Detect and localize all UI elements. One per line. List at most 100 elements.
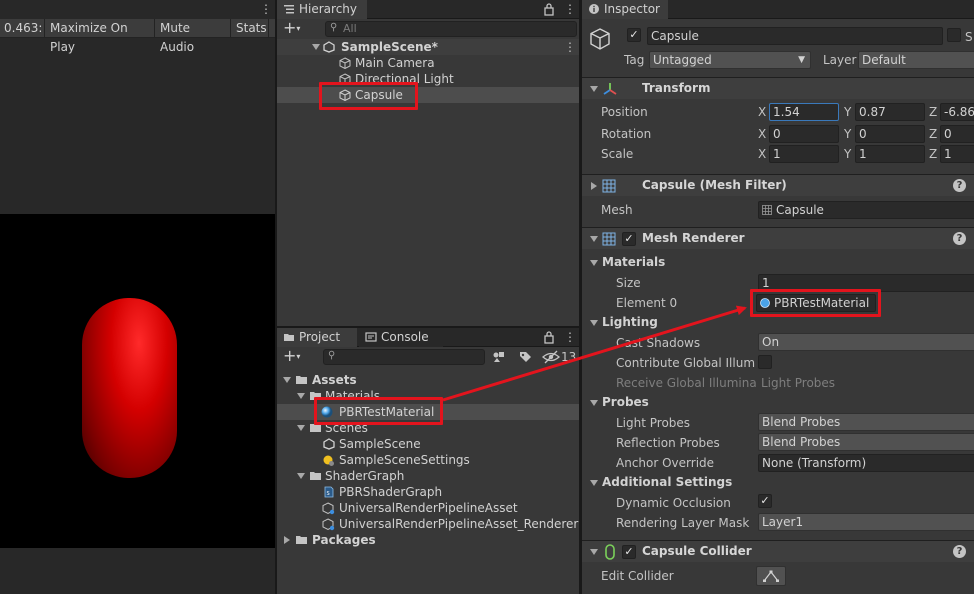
contribute-gi-checkbox[interactable] [758,355,772,369]
game-view-menu-icon[interactable]: ⋮ [260,3,272,15]
position-y-label[interactable]: Y [844,103,851,121]
scale-y-field[interactable]: 1 [855,145,925,163]
scene-foldout-icon[interactable] [312,44,320,50]
project-search-input[interactable]: ⚲ [323,349,485,365]
element0-material-field[interactable]: PBRTestMaterial [756,294,876,312]
lighting-section-label: Lighting [602,315,658,329]
rotation-y-label[interactable]: Y [844,125,851,143]
tag-dropdown[interactable]: Untagged ▼ [649,51,811,69]
scale-y-label[interactable]: Y [844,145,851,163]
tab-hierarchy[interactable]: Hierarchy [277,0,367,19]
scale-x-label[interactable]: X [758,145,766,163]
transform-foldout-icon[interactable] [590,86,598,92]
panel-menu-icon[interactable]: ⋮ [564,2,576,16]
rotation-z-label[interactable]: Z [929,125,937,143]
folder-materials[interactable]: Materials [277,388,579,404]
materials-foldout-icon[interactable] [590,260,598,266]
rendering-layer-mask-dropdown[interactable]: Layer1 [758,513,974,531]
scale-x-field[interactable]: 1 [769,145,839,163]
packages-foldout-icon[interactable] [284,536,290,544]
hierarchy-search-input[interactable]: ⚲ All [325,21,577,37]
edit-collider-button[interactable] [756,566,786,586]
position-y-field[interactable]: 0.87 [855,103,925,121]
object-name-field[interactable]: Capsule [647,27,943,45]
transform-title: Transform [642,81,711,95]
folder-shadergraph[interactable]: ShaderGraph [277,468,579,484]
rotation-y-field[interactable]: 0 [855,125,925,143]
position-x-field[interactable]: 1.54 [769,103,839,121]
search-by-type-icon[interactable] [491,349,507,365]
hierarchy-item-directional-light[interactable]: Directional Light [277,71,579,87]
asset-pbr-test-material[interactable]: PBRTestMaterial [277,404,579,420]
folder-label: Packages [312,533,376,547]
materials-foldout-icon[interactable] [297,393,305,399]
stats-toggle[interactable]: Stats [231,19,269,38]
lock-icon[interactable] [543,330,555,344]
mesh-renderer-foldout-icon[interactable] [590,236,598,242]
label-tag-icon[interactable] [517,349,533,365]
mesh-renderer-header[interactable]: ✓ Mesh Renderer ? [582,227,974,249]
mesh-grid-icon [762,205,772,215]
anchor-override-field[interactable]: None (Transform) [758,454,974,472]
tab-console[interactable]: Console [359,328,443,347]
folder-packages[interactable]: Packages [277,532,579,548]
lock-icon[interactable] [543,2,555,16]
scene-name: SampleScene* [341,40,438,54]
panel-menu-icon[interactable]: ⋮ [564,330,576,344]
cast-shadows-dropdown[interactable]: On [758,333,974,351]
rotation-x-label[interactable]: X [758,125,766,143]
materials-size-field[interactable]: 1 [758,274,974,292]
maximize-on-play-toggle[interactable]: Maximize On Play [45,19,155,54]
asset-sample-scene-settings[interactable]: SampleSceneSettings [277,452,579,468]
hierarchy-item-capsule[interactable]: Capsule [277,87,579,103]
layer-dropdown[interactable]: Default [858,51,974,69]
lighting-foldout-icon[interactable] [590,320,598,326]
transform-header[interactable]: Transform [582,77,974,99]
capsule-collider-enabled-checkbox[interactable]: ✓ [622,545,636,559]
help-icon[interactable]: ? [953,232,966,245]
scale-z-label[interactable]: Z [929,145,937,163]
reflection-probes-dropdown[interactable]: Blend Probes [758,433,974,451]
tab-project[interactable]: Project [277,328,357,347]
mute-audio-toggle[interactable]: Mute Audio [155,19,231,54]
tag-label: Tag [624,53,645,67]
capsule-collider-foldout-icon[interactable] [590,549,598,555]
asset-urp-renderer[interactable]: UniversalRenderPipelineAsset_Renderer [277,516,579,532]
scene-menu-icon[interactable]: ⋮ [564,39,576,55]
add-object-button[interactable]: +▾ [283,20,305,36]
rotation-x-field[interactable]: 0 [769,125,839,143]
scale-z-field[interactable]: 1 [940,145,974,163]
scale-value[interactable]: 0.463: [0,19,45,38]
asset-sample-scene[interactable]: SampleScene [277,436,579,452]
capsule-collider-header[interactable]: ✓ Capsule Collider ? [582,540,974,562]
static-checkbox[interactable] [947,28,961,42]
dynamic-occlusion-checkbox[interactable]: ✓ [758,494,772,508]
additional-settings-foldout-icon[interactable] [590,480,598,486]
active-checkbox[interactable]: ✓ [627,28,641,42]
folder-scenes[interactable]: Scenes [277,420,579,436]
mesh-renderer-enabled-checkbox[interactable]: ✓ [622,232,636,246]
position-z-label[interactable]: Z [929,103,937,121]
mesh-filter-foldout-icon[interactable] [591,182,597,190]
probes-foldout-icon[interactable] [590,400,598,406]
rotation-z-field[interactable]: 0 [940,125,974,143]
help-icon[interactable]: ? [953,545,966,558]
scenes-foldout-icon[interactable] [297,425,305,431]
hidden-packages-eye-icon[interactable] [542,349,560,365]
game-canvas[interactable] [0,214,275,548]
help-icon[interactable]: ? [953,179,966,192]
asset-urp-asset[interactable]: UniversalRenderPipelineAsset [277,500,579,516]
hierarchy-item-main-camera[interactable]: Main Camera [277,55,579,71]
asset-pbr-shader-graph[interactable]: S PBRShaderGraph [277,484,579,500]
position-z-field[interactable]: -6.86 [940,103,974,121]
folder-assets[interactable]: Assets [277,372,579,388]
assets-foldout-icon[interactable] [283,377,291,383]
scene-row[interactable]: SampleScene* ⋮ [277,39,579,55]
light-probes-dropdown[interactable]: Blend Probes [758,413,974,431]
create-asset-button[interactable]: +▾ [283,348,305,364]
position-x-label[interactable]: X [758,103,766,121]
shadergraph-foldout-icon[interactable] [297,473,305,479]
mesh-filter-header[interactable]: Capsule (Mesh Filter) ? [582,174,974,196]
tab-inspector[interactable]: Inspector [582,0,668,19]
mesh-object-field[interactable]: Capsule [758,201,974,219]
